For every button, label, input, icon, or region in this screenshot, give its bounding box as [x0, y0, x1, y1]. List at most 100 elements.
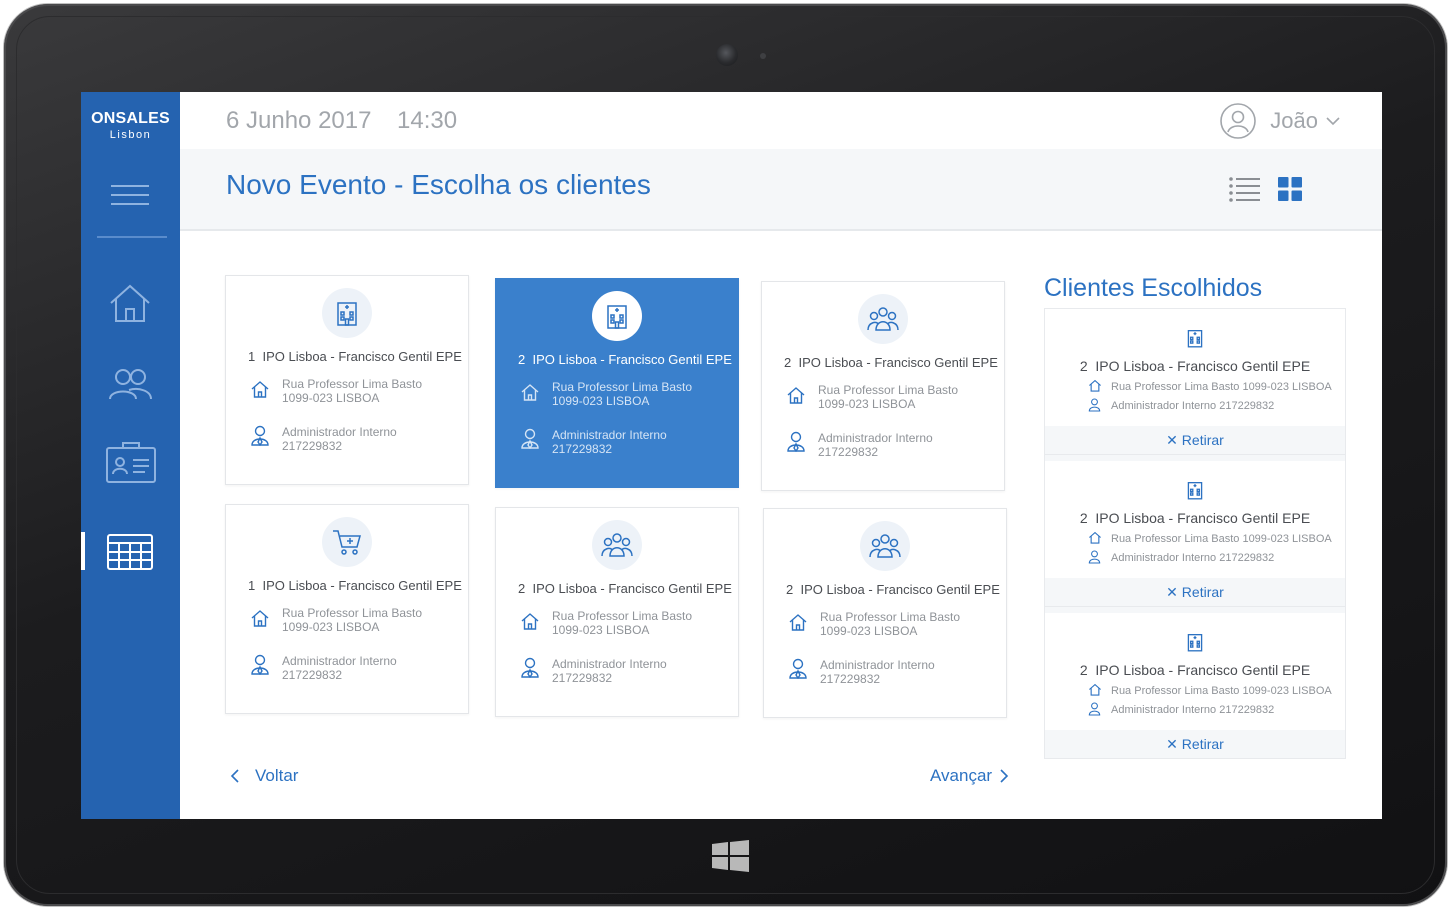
sidebar-item-home[interactable] — [81, 273, 180, 333]
group-icon — [592, 520, 642, 570]
close-icon: ✕ — [1166, 432, 1178, 448]
user-avatar-icon — [1220, 103, 1257, 139]
sidebar-item-clients[interactable] — [81, 432, 180, 492]
remove-client-button[interactable]: ✕ Retirar — [1045, 578, 1345, 606]
group-icon — [858, 294, 908, 344]
people-icon — [109, 369, 152, 400]
client-name: 1 IPO Lisboa - Francisco Gentil EPE — [248, 578, 462, 593]
chosen-client-contact: Administrador Interno 217229832 — [1111, 400, 1275, 412]
sidebar-divider — [97, 236, 167, 238]
current-date: 6 Junho 2017 — [226, 107, 372, 134]
chosen-client-contact: Administrador Interno 217229832 — [1111, 704, 1275, 716]
client-contact: Administrador Interno 217229832 — [282, 654, 397, 682]
sidebar: ONSALES Lisbon — [81, 92, 180, 819]
chosen-client-name: 2 IPO Lisboa - Francisco Gentil EPE — [1079, 662, 1311, 678]
client-card[interactable]: 2 IPO Lisboa - Francisco Gentil EPE Rua … — [495, 507, 739, 717]
close-icon: ✕ — [1166, 584, 1178, 600]
chosen-client-contact: Administrador Interno 217229832 — [1111, 552, 1275, 564]
chosen-client-item: 2 IPO Lisboa - Francisco Gentil EPE Rua … — [1045, 309, 1345, 455]
light-sensor — [760, 53, 766, 59]
client-address: Rua Professor Lima Basto 1099-023 LISBOA — [552, 609, 693, 637]
page-header: Novo Evento - Escolha os clientes — [180, 149, 1382, 231]
home-icon — [251, 610, 269, 627]
client-contact: Administrador Interno 217229832 — [282, 425, 397, 453]
chosen-client-name: 2 IPO Lisboa - Francisco Gentil EPE — [1079, 358, 1311, 374]
top-bar: 6 Junho 2017 14:30 João — [180, 92, 1382, 149]
brand-city: Lisbon — [109, 129, 152, 141]
hamburger-menu-icon[interactable] — [111, 185, 149, 207]
contact-card-icon — [106, 442, 156, 483]
remove-client-button[interactable]: ✕ Retirar — [1045, 426, 1345, 454]
home-icon — [1089, 683, 1101, 696]
home-icon — [1089, 531, 1101, 544]
client-card-selected[interactable]: 2 IPO Lisboa - Francisco Gentil EPE Rua … — [495, 278, 739, 488]
contact-person-icon — [1088, 550, 1101, 564]
home-icon — [1089, 379, 1101, 392]
app-screen: ONSALES Lisbon 6 Junho 2017 14:30 João N… — [81, 92, 1382, 819]
chosen-client-address: Rua Professor Lima Basto 1099-023 LISBOA — [1111, 381, 1332, 393]
client-name: 2 IPO Lisboa - Francisco Gentil EPE — [518, 581, 732, 596]
close-icon: ✕ — [1166, 736, 1178, 752]
contact-person-icon — [521, 657, 539, 678]
client-card[interactable]: 1 IPO Lisboa - Francisco Gentil EPE Rua … — [225, 275, 469, 485]
home-icon — [110, 284, 150, 322]
contact-person-icon — [787, 431, 805, 452]
calendar-icon — [107, 534, 153, 570]
remove-client-button[interactable]: ✕ Retirar — [1045, 730, 1345, 758]
windows-logo-icon[interactable] — [712, 840, 749, 872]
home-icon — [521, 384, 539, 401]
client-address: Rua Professor Lima Basto 1099-023 LISBOA — [820, 610, 961, 638]
grid-view-icon[interactable] — [1278, 177, 1302, 201]
brand-name: ONSALES — [91, 110, 170, 127]
client-address: Rua Professor Lima Basto 1099-023 LISBOA — [282, 606, 423, 634]
contact-person-icon — [521, 428, 539, 449]
sidebar-item-contacts[interactable] — [81, 353, 180, 413]
client-address: Rua Professor Lima Basto 1099-023 LISBOA — [552, 380, 693, 408]
client-card[interactable]: 2 IPO Lisboa - Francisco Gentil EPE Rua … — [763, 508, 1007, 718]
current-time: 14:30 — [397, 107, 458, 134]
client-card[interactable]: 2 IPO Lisboa - Francisco Gentil EPE Rua … — [761, 281, 1005, 491]
client-address: Rua Professor Lima Basto 1099-023 LISBOA — [818, 383, 959, 411]
chosen-clients-panel: 2 IPO Lisboa - Francisco Gentil EPE Rua … — [1044, 308, 1346, 759]
chevron-right-icon — [1000, 769, 1009, 783]
user-name: João — [1270, 108, 1318, 133]
camera — [716, 44, 738, 66]
client-name: 2 IPO Lisboa - Francisco Gentil EPE — [786, 582, 1000, 597]
brand-logo[interactable]: ONSALES Lisbon — [81, 110, 180, 141]
client-name: 2 IPO Lisboa - Francisco Gentil EPE — [784, 355, 998, 370]
contact-person-icon — [789, 658, 807, 679]
back-button[interactable]: Voltar — [229, 766, 298, 786]
client-name: 1 IPO Lisboa - Francisco Gentil EPE — [248, 349, 462, 364]
hospital-icon — [592, 291, 642, 341]
client-contact: Administrador Interno 217229832 — [552, 428, 667, 456]
home-icon — [521, 613, 539, 630]
list-view-icon[interactable] — [1228, 175, 1262, 203]
hospital-icon — [1187, 634, 1203, 652]
next-button[interactable]: Avançar — [930, 766, 1010, 786]
back-label: Voltar — [255, 766, 299, 785]
chosen-client-item: 2 IPO Lisboa - Francisco Gentil EPE Rua … — [1045, 461, 1345, 607]
client-name: 2 IPO Lisboa - Francisco Gentil EPE — [518, 352, 732, 367]
user-menu[interactable]: João — [1220, 103, 1342, 139]
client-address: Rua Professor Lima Basto 1099-023 LISBOA — [282, 377, 423, 405]
home-icon — [251, 381, 269, 398]
chosen-clients-title: Clientes Escolhidos — [1044, 274, 1263, 302]
home-icon — [787, 387, 805, 404]
contact-person-icon — [1088, 398, 1101, 412]
hospital-icon — [322, 288, 372, 338]
sidebar-item-calendar[interactable] — [81, 522, 180, 582]
page-title: Novo Evento - Escolha os clientes — [226, 169, 651, 200]
chevron-left-icon — [230, 769, 239, 783]
client-contact: Administrador Interno 217229832 — [818, 431, 933, 459]
contact-person-icon — [251, 654, 269, 675]
next-label: Avançar — [930, 766, 993, 785]
cart-icon — [322, 517, 372, 567]
chevron-down-icon — [1326, 117, 1340, 126]
client-contact: Administrador Interno 217229832 — [820, 658, 935, 686]
hospital-icon — [1187, 482, 1203, 500]
active-indicator — [81, 532, 85, 570]
client-card[interactable]: 1 IPO Lisboa - Francisco Gentil EPE Rua … — [225, 504, 469, 714]
chosen-client-address: Rua Professor Lima Basto 1099-023 LISBOA — [1111, 685, 1332, 697]
contact-person-icon — [251, 425, 269, 446]
chosen-client-item: 2 IPO Lisboa - Francisco Gentil EPE Rua … — [1045, 613, 1345, 759]
